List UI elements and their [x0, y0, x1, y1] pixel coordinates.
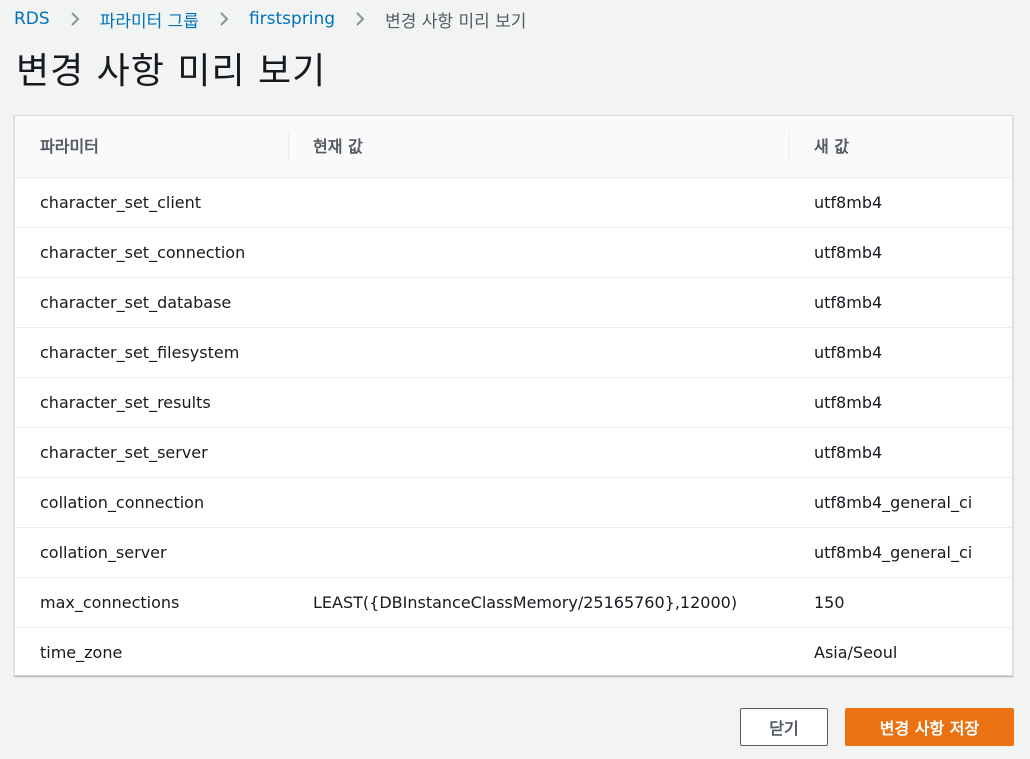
breadcrumb-item-parameter-groups[interactable]: 파라미터 그룹: [100, 7, 199, 32]
breadcrumb-item-current: 변경 사항 미리 보기: [385, 11, 527, 32]
table-row: character_set_results utf8mb4: [15, 377, 1012, 428]
cell-current-value: [288, 227, 789, 278]
changes-table: 파라미터 현재 값 새 값 character_set_client utf8m…: [14, 115, 1013, 676]
cell-parameter: character_set_results: [15, 377, 288, 428]
cell-current-value: LEAST({DBInstanceClassMemory/25165760},1…: [288, 577, 789, 628]
save-changes-button[interactable]: 변경 사항 저장: [845, 708, 1014, 746]
cell-parameter: collation_server: [15, 527, 288, 578]
table-row: max_connections LEAST({DBInstanceClassMe…: [15, 577, 1012, 628]
cell-current-value: [288, 527, 789, 578]
breadcrumb-item-rds[interactable]: RDS: [14, 9, 50, 29]
table-header-row: 파라미터 현재 값 새 값: [15, 116, 1012, 178]
cell-new-value: utf8mb4: [789, 277, 1012, 328]
cell-parameter: character_set_filesystem: [15, 327, 288, 378]
cell-new-value: utf8mb4: [789, 227, 1012, 278]
chevron-right-icon: [209, 9, 241, 29]
cell-new-value: utf8mb4: [789, 177, 1012, 228]
table-row: character_set_client utf8mb4: [15, 177, 1012, 228]
page: RDS 파라미터 그룹 firstspring 변경 사항 미리 보기 변경 사…: [0, 0, 1030, 759]
cell-parameter: time_zone: [40, 643, 123, 662]
header-current-value: 현재 값: [288, 116, 789, 178]
cell-current-value: [288, 427, 789, 478]
cell-new-value: utf8mb4_general_ci: [789, 477, 1012, 528]
table-row: character_set_database utf8mb4: [15, 277, 1012, 328]
cell-parameter: collation_connection: [15, 477, 288, 528]
page-title: 변경 사항 미리 보기: [16, 51, 327, 92]
cell-new-value: utf8mb4: [789, 377, 1012, 428]
table-row: time_zone Asia/Seoul: [15, 628, 1012, 676]
cell-current-value: [288, 277, 789, 328]
table-row: collation_server utf8mb4_general_ci: [15, 527, 1012, 578]
cell-parameter: character_set_client: [15, 177, 288, 228]
header-new-value: 새 값: [789, 116, 1012, 178]
cell-new-value: utf8mb4: [789, 427, 1012, 478]
header-parameter: 파라미터: [15, 116, 288, 178]
cell-current-value: [288, 377, 789, 428]
table-row: character_set_filesystem utf8mb4: [15, 327, 1012, 378]
table-row: collation_connection utf8mb4_general_ci: [15, 477, 1012, 528]
table-row: character_set_server utf8mb4: [15, 427, 1012, 478]
cell-parameter: character_set_server: [15, 427, 288, 478]
chevron-right-icon: [345, 9, 377, 29]
cell-new-value: 150: [789, 577, 1012, 628]
changes-table-grid: 파라미터 현재 값 새 값 character_set_client utf8m…: [15, 116, 1012, 676]
table-row: character_set_connection utf8mb4: [15, 227, 1012, 278]
cell-current-value: [288, 177, 789, 228]
cell-current-value: [288, 477, 789, 528]
cell-current-value: [288, 628, 789, 676]
breadcrumb: RDS 파라미터 그룹 firstspring 변경 사항 미리 보기: [14, 6, 526, 32]
cell-current-value: [288, 327, 789, 378]
cell-parameter: character_set_connection: [15, 227, 288, 278]
chevron-right-icon: [60, 9, 92, 29]
cell-new-value: utf8mb4_general_ci: [789, 527, 1012, 578]
cell-parameter: character_set_database: [15, 277, 288, 328]
close-button[interactable]: 닫기: [740, 708, 828, 746]
cell-new-value: utf8mb4: [789, 327, 1012, 378]
breadcrumb-item-firstspring[interactable]: firstspring: [249, 9, 335, 29]
cell-parameter: max_connections: [15, 577, 288, 628]
cell-new-value: Asia/Seoul: [814, 643, 898, 662]
